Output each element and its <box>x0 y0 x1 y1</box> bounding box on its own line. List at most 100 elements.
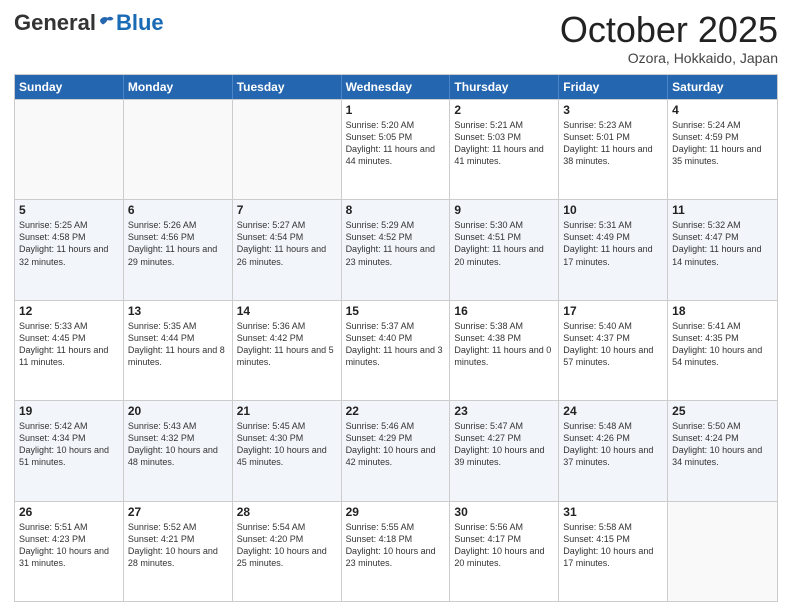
cal-cell-day-24: 24 Sunrise: 5:48 AM Sunset: 4:26 PM Dayli… <box>559 401 668 500</box>
cal-cell-day-15: 15 Sunrise: 5:37 AM Sunset: 4:40 PM Dayli… <box>342 301 451 400</box>
calendar-body: 1 Sunrise: 5:20 AM Sunset: 5:05 PM Daylig… <box>15 99 777 601</box>
day-number: 14 <box>237 304 337 318</box>
day-number: 22 <box>346 404 446 418</box>
cal-row-4: 26 Sunrise: 5:51 AM Sunset: 4:23 PM Dayli… <box>15 501 777 601</box>
day-info: Sunrise: 5:36 AM Sunset: 4:42 PM Dayligh… <box>237 320 337 369</box>
day-number: 21 <box>237 404 337 418</box>
logo-general: General <box>14 10 96 36</box>
day-info: Sunrise: 5:47 AM Sunset: 4:27 PM Dayligh… <box>454 420 554 469</box>
day-info: Sunrise: 5:52 AM Sunset: 4:21 PM Dayligh… <box>128 521 228 570</box>
cal-cell-day-27: 27 Sunrise: 5:52 AM Sunset: 4:21 PM Dayli… <box>124 502 233 601</box>
day-number: 27 <box>128 505 228 519</box>
day-info: Sunrise: 5:50 AM Sunset: 4:24 PM Dayligh… <box>672 420 773 469</box>
page: General Blue October 2025 Ozora, Hokkaid… <box>0 0 792 612</box>
cal-cell-day-30: 30Sunrise: 5:56 AM Sunset: 4:17 PM Dayli… <box>450 502 559 601</box>
day-info: Sunrise: 5:25 AM Sunset: 4:58 PM Dayligh… <box>19 219 119 268</box>
cal-cell-day-29: 29 Sunrise: 5:55 AM Sunset: 4:18 PM Dayli… <box>342 502 451 601</box>
day-number: 31 <box>563 505 663 519</box>
cal-row-0: 1 Sunrise: 5:20 AM Sunset: 5:05 PM Daylig… <box>15 99 777 199</box>
cal-cell-empty <box>233 100 342 199</box>
day-info: Sunrise: 5:24 AM Sunset: 4:59 PM Dayligh… <box>672 119 773 168</box>
cal-header-tuesday: Tuesday <box>233 75 342 99</box>
location: Ozora, Hokkaido, Japan <box>560 50 778 66</box>
day-number: 30 <box>454 505 554 519</box>
cal-cell-day-31: 31 Sunrise: 5:58 AM Sunset: 4:15 PM Dayli… <box>559 502 668 601</box>
cal-cell-day-7: 7 Sunrise: 5:27 AM Sunset: 4:54 PM Daylig… <box>233 200 342 299</box>
day-number: 13 <box>128 304 228 318</box>
day-number: 2 <box>454 103 554 117</box>
day-info: Sunrise: 5:35 AM Sunset: 4:44 PM Dayligh… <box>128 320 228 369</box>
day-info: Sunrise: 5:23 AM Sunset: 5:01 PM Dayligh… <box>563 119 663 168</box>
cal-cell-empty <box>668 502 777 601</box>
day-info: Sunrise: 5:38 AM Sunset: 4:38 PM Dayligh… <box>454 320 554 369</box>
cal-cell-day-9: 9 Sunrise: 5:30 AM Sunset: 4:51 PM Daylig… <box>450 200 559 299</box>
cal-cell-day-10: 10 Sunrise: 5:31 AM Sunset: 4:49 PM Dayli… <box>559 200 668 299</box>
logo-bird-icon <box>97 14 115 32</box>
day-number: 25 <box>672 404 773 418</box>
day-info: Sunrise: 5:43 AM Sunset: 4:32 PM Dayligh… <box>128 420 228 469</box>
day-number: 26 <box>19 505 119 519</box>
day-number: 15 <box>346 304 446 318</box>
day-info: Sunrise: 5:41 AM Sunset: 4:35 PM Dayligh… <box>672 320 773 369</box>
title-block: October 2025 Ozora, Hokkaido, Japan <box>560 10 778 66</box>
day-info: Sunrise: 5:21 AM Sunset: 5:03 PM Dayligh… <box>454 119 554 168</box>
day-info: Sunrise: 5:45 AM Sunset: 4:30 PM Dayligh… <box>237 420 337 469</box>
day-info: Sunrise: 5:58 AM Sunset: 4:15 PM Dayligh… <box>563 521 663 570</box>
cal-header-wednesday: Wednesday <box>342 75 451 99</box>
day-info: Sunrise: 5:51 AM Sunset: 4:23 PM Dayligh… <box>19 521 119 570</box>
day-info: Sunrise: 5:55 AM Sunset: 4:18 PM Dayligh… <box>346 521 446 570</box>
day-info: Sunrise: 5:31 AM Sunset: 4:49 PM Dayligh… <box>563 219 663 268</box>
cal-cell-day-28: 28 Sunrise: 5:54 AM Sunset: 4:20 PM Dayli… <box>233 502 342 601</box>
cal-row-3: 19Sunrise: 5:42 AM Sunset: 4:34 PM Dayli… <box>15 400 777 500</box>
day-info: Sunrise: 5:33 AM Sunset: 4:45 PM Dayligh… <box>19 320 119 369</box>
day-number: 11 <box>672 203 773 217</box>
cal-cell-day-16: 16Sunrise: 5:38 AM Sunset: 4:38 PM Dayli… <box>450 301 559 400</box>
cal-cell-day-25: 25 Sunrise: 5:50 AM Sunset: 4:24 PM Dayli… <box>668 401 777 500</box>
cal-header-monday: Monday <box>124 75 233 99</box>
day-info: Sunrise: 5:32 AM Sunset: 4:47 PM Dayligh… <box>672 219 773 268</box>
day-number: 10 <box>563 203 663 217</box>
cal-cell-day-13: 13 Sunrise: 5:35 AM Sunset: 4:44 PM Dayli… <box>124 301 233 400</box>
day-number: 9 <box>454 203 554 217</box>
day-info: Sunrise: 5:26 AM Sunset: 4:56 PM Dayligh… <box>128 219 228 268</box>
cal-cell-day-8: 8 Sunrise: 5:29 AM Sunset: 4:52 PM Daylig… <box>342 200 451 299</box>
cal-cell-day-21: 21 Sunrise: 5:45 AM Sunset: 4:30 PM Dayli… <box>233 401 342 500</box>
day-info: Sunrise: 5:46 AM Sunset: 4:29 PM Dayligh… <box>346 420 446 469</box>
cal-cell-day-4: 4 Sunrise: 5:24 AM Sunset: 4:59 PM Daylig… <box>668 100 777 199</box>
header: General Blue October 2025 Ozora, Hokkaid… <box>14 10 778 66</box>
day-number: 29 <box>346 505 446 519</box>
day-number: 8 <box>346 203 446 217</box>
cal-cell-day-2: 2 Sunrise: 5:21 AM Sunset: 5:03 PM Daylig… <box>450 100 559 199</box>
day-number: 20 <box>128 404 228 418</box>
cal-cell-day-26: 26 Sunrise: 5:51 AM Sunset: 4:23 PM Dayli… <box>15 502 124 601</box>
day-number: 18 <box>672 304 773 318</box>
cal-cell-empty <box>124 100 233 199</box>
day-number: 7 <box>237 203 337 217</box>
day-number: 24 <box>563 404 663 418</box>
day-info: Sunrise: 5:37 AM Sunset: 4:40 PM Dayligh… <box>346 320 446 369</box>
cal-header-saturday: Saturday <box>668 75 777 99</box>
day-number: 19 <box>19 404 119 418</box>
day-number: 1 <box>346 103 446 117</box>
cal-cell-day-12: 12Sunrise: 5:33 AM Sunset: 4:45 PM Dayli… <box>15 301 124 400</box>
day-number: 28 <box>237 505 337 519</box>
day-number: 23 <box>454 404 554 418</box>
day-info: Sunrise: 5:27 AM Sunset: 4:54 PM Dayligh… <box>237 219 337 268</box>
day-info: Sunrise: 5:30 AM Sunset: 4:51 PM Dayligh… <box>454 219 554 268</box>
month-title: October 2025 <box>560 10 778 50</box>
day-number: 3 <box>563 103 663 117</box>
day-info: Sunrise: 5:48 AM Sunset: 4:26 PM Dayligh… <box>563 420 663 469</box>
day-number: 4 <box>672 103 773 117</box>
cal-header-friday: Friday <box>559 75 668 99</box>
cal-cell-day-18: 18 Sunrise: 5:41 AM Sunset: 4:35 PM Dayli… <box>668 301 777 400</box>
cal-cell-empty <box>15 100 124 199</box>
calendar: SundayMondayTuesdayWednesdayThursdayFrid… <box>14 74 778 602</box>
day-info: Sunrise: 5:29 AM Sunset: 4:52 PM Dayligh… <box>346 219 446 268</box>
cal-cell-day-11: 11 Sunrise: 5:32 AM Sunset: 4:47 PM Dayli… <box>668 200 777 299</box>
day-number: 6 <box>128 203 228 217</box>
day-number: 5 <box>19 203 119 217</box>
day-info: Sunrise: 5:54 AM Sunset: 4:20 PM Dayligh… <box>237 521 337 570</box>
cal-cell-day-22: 22 Sunrise: 5:46 AM Sunset: 4:29 PM Dayli… <box>342 401 451 500</box>
day-info: Sunrise: 5:20 AM Sunset: 5:05 PM Dayligh… <box>346 119 446 168</box>
calendar-header: SundayMondayTuesdayWednesdayThursdayFrid… <box>15 75 777 99</box>
